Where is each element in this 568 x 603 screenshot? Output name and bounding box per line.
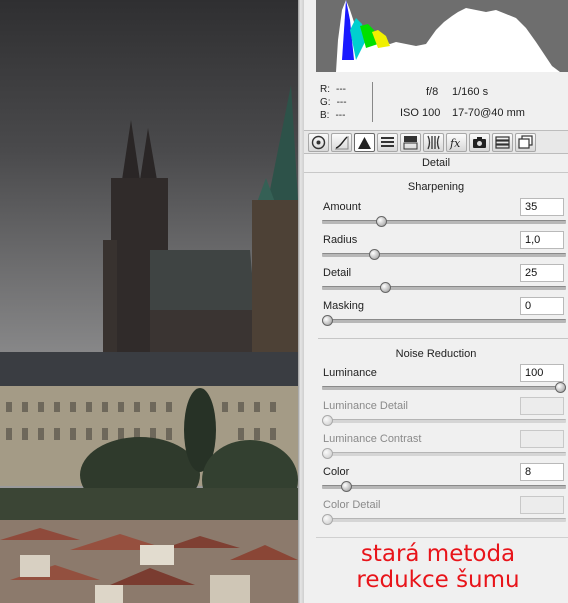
noise-reduction-title: Noise Reduction — [395, 348, 477, 360]
caption-overlay: stará metoda redukce šumu — [318, 541, 558, 593]
lens-corrections-icon[interactable] — [423, 133, 444, 152]
color-field[interactable]: 8 — [520, 463, 564, 481]
color-detail-field — [520, 496, 564, 514]
masking-slider-thumb[interactable] — [322, 315, 333, 326]
color-detail-label: Color Detail — [323, 499, 381, 511]
svg-text:fx: fx — [449, 137, 461, 150]
right-tower — [252, 200, 298, 355]
camera-calibration-icon[interactable] — [469, 133, 490, 152]
luminance-detail-field — [520, 397, 564, 415]
luminance-slider-thumb[interactable] — [555, 382, 566, 393]
sharpening-title: Sharpening — [407, 181, 465, 193]
g-readout: G: --- — [320, 97, 347, 108]
amount-label: Amount — [323, 201, 361, 213]
panel-bottom-divider — [316, 537, 568, 538]
radius-label: Radius — [323, 234, 358, 246]
radius-slider-track[interactable] — [322, 253, 566, 257]
cathedral-side — [103, 240, 117, 353]
detail-field[interactable]: 25 — [520, 264, 564, 282]
caption-line-1: stará metoda — [360, 541, 516, 567]
panel-tabs: fx — [304, 130, 568, 154]
cathedral-nave — [150, 310, 260, 353]
luminance-contrast-label: Luminance Contrast — [323, 433, 422, 445]
histogram-graph — [336, 0, 560, 72]
luminance-detail-slider-track — [322, 419, 566, 423]
b-readout: B: --- — [320, 110, 346, 121]
photo-preview — [0, 0, 298, 603]
luminance-contrast-slider-thumb — [322, 448, 333, 459]
tone-curve-icon[interactable] — [331, 133, 352, 152]
detail-slider-thumb[interactable] — [380, 282, 391, 293]
color-slider-track[interactable] — [322, 485, 566, 489]
palace-roof — [0, 352, 298, 388]
luminance-detail-label: Luminance Detail — [323, 400, 408, 412]
amount-slider-thumb[interactable] — [376, 216, 387, 227]
masking-slider-track[interactable] — [322, 319, 566, 323]
cathedral-roof — [150, 250, 256, 320]
color-label: Color — [323, 466, 350, 478]
photo-image — [0, 0, 298, 603]
detail-slider-track[interactable] — [322, 286, 566, 290]
r-readout: R: --- — [320, 84, 346, 95]
iso: ISO 100 — [400, 107, 441, 119]
effects-icon[interactable]: fx — [446, 133, 467, 152]
amount-slider-track[interactable] — [322, 220, 566, 224]
luminance-contrast-field — [520, 430, 564, 448]
radius-slider-thumb[interactable] — [369, 249, 380, 260]
luminance-label: Luminance — [323, 367, 377, 379]
luminance-field[interactable]: 100 — [520, 364, 564, 382]
color-detail-slider-track — [322, 518, 566, 522]
aperture: f/8 — [426, 86, 439, 98]
luminance-slider-track[interactable] — [322, 386, 566, 390]
luminance-detail-slider-thumb — [322, 415, 333, 426]
luminance-contrast-slider-track — [322, 452, 566, 456]
color-slider-thumb[interactable] — [341, 481, 352, 492]
shutter-speed: 1/160 s — [452, 86, 489, 98]
masking-label: Masking — [323, 300, 364, 312]
basic-icon[interactable] — [308, 133, 329, 152]
info-divider — [372, 82, 373, 122]
histogram — [316, 0, 568, 72]
radius-field[interactable]: 1,0 — [520, 231, 564, 249]
caption-line-2: redukce šumu — [356, 567, 520, 593]
lens-info: 17-70@40 mm — [452, 107, 525, 119]
amount-field[interactable]: 35 — [520, 198, 564, 216]
hsl-icon[interactable] — [377, 133, 398, 152]
split-toning-icon[interactable] — [400, 133, 421, 152]
snapshots-icon[interactable] — [515, 133, 536, 152]
detail-label: Detail — [323, 267, 352, 279]
presets-icon[interactable] — [492, 133, 513, 152]
detail-icon[interactable] — [354, 133, 375, 152]
group-divider — [318, 338, 568, 339]
adjustments-panel: R: --- G: --- B: --- f/8 1/160 s ISO 100 17… — [304, 0, 568, 603]
color-detail-slider-thumb — [322, 514, 333, 525]
masking-field[interactable]: 0 — [520, 297, 564, 315]
camera-info: R: --- G: --- B: --- f/8 1/160 s ISO 100 17… — [304, 74, 568, 128]
section-title-detail: Detail — [304, 155, 568, 173]
